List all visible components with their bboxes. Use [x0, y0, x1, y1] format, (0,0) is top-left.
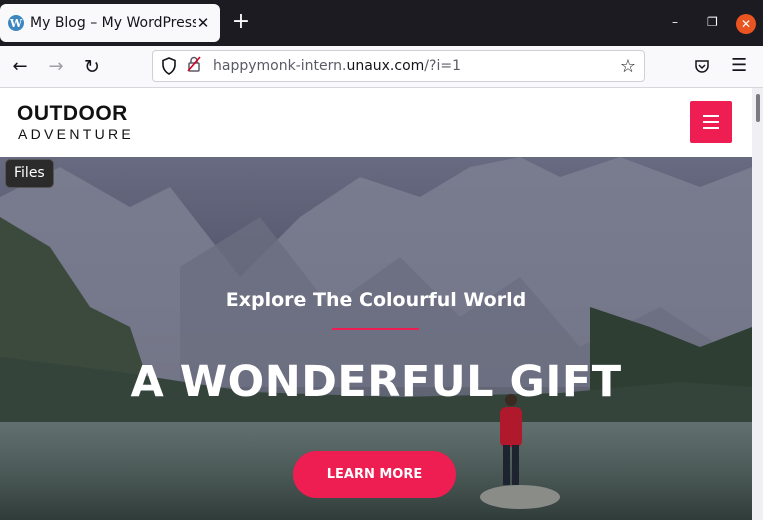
menu-icon[interactable]: ☰ — [731, 55, 747, 76]
learn-more-button[interactable]: LEARN MORE — [293, 451, 456, 498]
site-header: OUTDOOR ADVENTURE — [0, 88, 752, 157]
address-bar[interactable]: happymonk-intern.unaux.com/?i=1 ☆ — [152, 50, 645, 82]
url-suffix: /?i=1 — [424, 58, 461, 74]
hamburger-menu-button[interactable] — [690, 101, 732, 143]
minimize-icon[interactable]: – — [672, 16, 678, 28]
files-tooltip[interactable]: Files — [5, 159, 54, 188]
reload-icon[interactable]: ↻ — [80, 55, 104, 79]
url-domain: unaux.com — [346, 58, 425, 74]
forward-arrow-icon[interactable]: → — [44, 55, 68, 79]
site-logo-line1[interactable]: OUTDOOR — [17, 102, 128, 126]
tab-strip: W My Blog – My WordPress ✕ + – ❐ ✕ — [0, 0, 763, 46]
maximize-icon[interactable]: ❐ — [707, 16, 718, 28]
back-arrow-icon[interactable]: ← — [8, 55, 32, 79]
browser-tab[interactable]: W My Blog – My WordPress ✕ — [0, 4, 220, 42]
navigation-bar: ← → ↻ happymonk-intern.unaux.com/?i=1 ☆ … — [0, 46, 763, 88]
hero-subtitle: Explore The Colourful World — [225, 289, 527, 311]
bookmark-star-icon[interactable]: ☆ — [620, 56, 636, 77]
hamburger-bar — [703, 127, 719, 129]
tab-title: My Blog – My WordPress — [30, 15, 196, 31]
shield-icon[interactable] — [161, 57, 177, 75]
url-text[interactable]: happymonk-intern.unaux.com/?i=1 — [213, 58, 461, 74]
insecure-lock-icon[interactable] — [187, 56, 203, 76]
window-close-icon[interactable]: ✕ — [736, 14, 756, 34]
pocket-icon[interactable] — [694, 58, 710, 78]
hero-section: Files Explore The Colourful World A WOND… — [0, 157, 752, 520]
hamburger-bar — [703, 115, 719, 117]
url-prefix: happymonk-intern. — [213, 58, 347, 74]
site-logo-line2[interactable]: ADVENTURE — [18, 126, 134, 142]
page-viewport: OUTDOOR ADVENTURE Files Explore The Colo… — [0, 88, 763, 520]
hero-divider — [332, 328, 419, 330]
hamburger-bar — [703, 121, 719, 123]
scrollbar-thumb[interactable] — [756, 94, 760, 122]
hero-title: A WONDERFUL GIFT — [130, 357, 622, 407]
page-scrollbar[interactable] — [752, 88, 763, 520]
new-tab-button[interactable]: + — [230, 11, 252, 33]
close-tab-icon[interactable]: ✕ — [194, 14, 212, 32]
wordpress-icon: W — [8, 15, 24, 31]
